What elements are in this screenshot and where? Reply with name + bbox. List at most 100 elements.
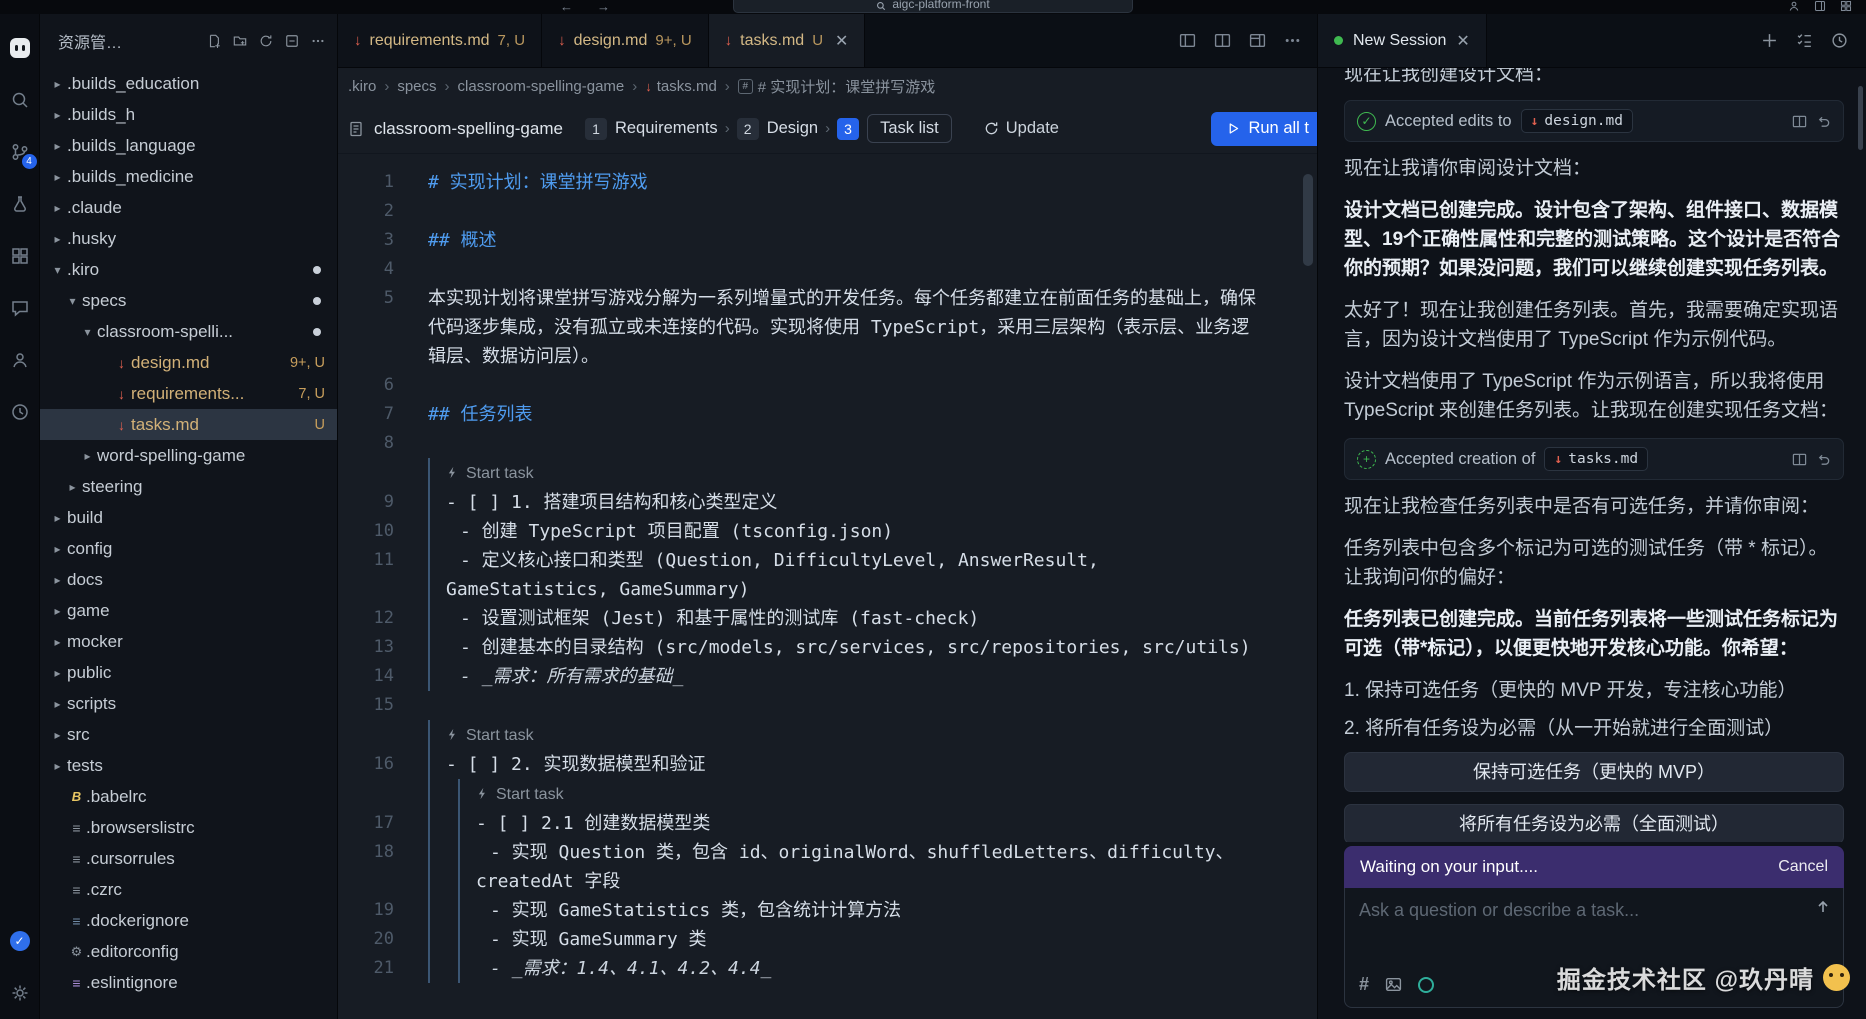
kiro-logo-icon[interactable] (0, 22, 40, 74)
tree-item[interactable]: ▸ src (40, 719, 337, 750)
file-chip[interactable]: ↓ design.md (1521, 109, 1633, 133)
tree-item[interactable]: ⚙ .editorconfig (40, 936, 337, 967)
editor-line[interactable]: 11 - 定义核心接口和类型 (Question, DifficultyLeve… (338, 546, 1317, 604)
tree-item[interactable]: ≡ .czrc (40, 874, 337, 905)
refresh-icon[interactable] (259, 34, 273, 48)
editor-line[interactable]: 3 ## 概述 (338, 226, 1317, 255)
tree-item[interactable]: ▸ .husky (40, 223, 337, 254)
editor-line[interactable]: 9 - [ ] 1. 搭建项目结构和核心类型定义 (338, 488, 1317, 517)
tree-item[interactable]: ▸ config (40, 533, 337, 564)
chat-scrollbar[interactable] (1858, 86, 1863, 150)
start-task-icon[interactable] (476, 784, 489, 805)
source-control-icon[interactable]: 4 (0, 126, 40, 178)
editor-scrollbar[interactable] (1303, 174, 1313, 266)
tree-item[interactable]: ▸ game (40, 595, 337, 626)
editor-line[interactable]: 7 ## 任务列表 (338, 400, 1317, 429)
task-list-icon[interactable] (1796, 32, 1813, 49)
test-beaker-icon[interactable] (0, 178, 40, 230)
tree-item[interactable]: ▾ specs (40, 285, 337, 316)
tree-item[interactable]: ≡ .cursorrules (40, 843, 337, 874)
editor-line[interactable]: Start task (338, 458, 1317, 488)
breadcrumb-item[interactable]: classroom-spelling-game (458, 78, 625, 95)
tree-item[interactable]: ▸ .claude (40, 192, 337, 223)
spec-step[interactable]: 3 Task list (837, 114, 952, 143)
editor-tab[interactable]: ↓ tasks.md U ✕ (709, 14, 866, 67)
editor-line[interactable]: 4 (338, 255, 1317, 284)
more-actions-icon[interactable] (1284, 32, 1301, 49)
account-icon[interactable] (1788, 0, 1800, 12)
tree-item[interactable]: ↓ tasks.md U (40, 409, 337, 440)
settings-gear-icon[interactable] (0, 967, 40, 1019)
code-editor[interactable]: 1 # 实现计划：课堂拼写游戏 2 3 ## 概述 4 5 本实现计划将课堂拼写… (338, 154, 1317, 1019)
image-icon[interactable] (1385, 976, 1402, 993)
tree-item[interactable]: ▸ public (40, 657, 337, 688)
command-search[interactable]: aigc-platform-front (733, 0, 1133, 13)
editor-line[interactable]: 12 - 设置测试框架 (Jest) 和基于属性的测试库 (fast-check… (338, 604, 1317, 633)
chat-icon[interactable] (0, 282, 40, 334)
tree-item[interactable]: ▸ tests (40, 750, 337, 781)
collapse-all-icon[interactable] (285, 34, 299, 48)
editor-tab[interactable]: ↓ design.md 9+, U (542, 14, 709, 67)
tree-item[interactable]: ≡ .eslintignore (40, 967, 337, 998)
nav-back-icon[interactable]: ← (560, 0, 573, 14)
editor-line[interactable]: Start task (338, 779, 1317, 809)
option-button-all-required[interactable]: 将所有任务设为必需（全面测试） (1344, 804, 1844, 842)
new-session-icon[interactable] (1761, 32, 1778, 49)
update-button[interactable]: Update (984, 119, 1059, 138)
nav-forward-icon[interactable]: → (597, 0, 610, 14)
option-button-keep-optional[interactable]: 保持可选任务（更快的 MVP） (1344, 752, 1844, 792)
tree-item[interactable]: ▸ .builds_education (40, 68, 337, 99)
new-folder-icon[interactable] (233, 34, 247, 48)
window-menu-icon[interactable] (1840, 0, 1852, 12)
editor-line[interactable]: 1 # 实现计划：课堂拼写游戏 (338, 168, 1317, 197)
tree-item[interactable]: ↓ requirements... 7, U (40, 378, 337, 409)
file-chip[interactable]: ↓ tasks.md (1544, 447, 1648, 471)
editor-line[interactable]: 17 - [ ] 2.1 创建数据模型类 (338, 809, 1317, 838)
tree-item[interactable]: ▾ classroom-spelli... (40, 316, 337, 347)
history-icon[interactable] (0, 386, 40, 438)
editor-line[interactable]: 20 - 实现 GameSummary 类 (338, 925, 1317, 954)
spec-step[interactable]: 1 Requirements (585, 118, 718, 140)
editor-line[interactable]: 21 - _需求：1.4、4.1、4.2、4.4_ (338, 954, 1317, 983)
tree-item[interactable]: ▸ docs (40, 564, 337, 595)
tree-item[interactable]: ▸ .builds_h (40, 99, 337, 130)
tree-item[interactable]: ▸ .builds_language (40, 130, 337, 161)
start-task-icon[interactable] (446, 725, 459, 746)
breadcrumb-item[interactable]: .kiro (348, 78, 376, 95)
breadcrumb-item[interactable]: ↓ tasks.md (645, 78, 717, 95)
tree-item[interactable]: ▾ .kiro (40, 254, 337, 285)
breadcrumb-item[interactable]: specs (397, 78, 436, 95)
tree-item[interactable]: ≡ .browserslistrc (40, 812, 337, 843)
open-diff-icon[interactable] (1792, 114, 1807, 129)
editor-line[interactable]: 5 本实现计划将课堂拼写游戏分解为一系列增量式的开发任务。每个任务都建立在前面任… (338, 284, 1317, 371)
editor-line[interactable]: Start task (338, 720, 1317, 750)
editor-line[interactable]: 19 - 实现 GameStatistics 类，包含统计计算方法 (338, 896, 1317, 925)
editor-line[interactable]: 18 - 实现 Question 类，包含 id、originalWord、sh… (338, 838, 1317, 896)
context-hash-icon[interactable]: # (1359, 974, 1369, 995)
open-diff-icon[interactable] (1792, 452, 1807, 467)
history-icon[interactable] (1831, 32, 1848, 49)
editor-line[interactable]: 6 (338, 371, 1317, 400)
spec-step[interactable]: 2 Design (737, 118, 818, 140)
close-icon[interactable]: ✕ (1456, 31, 1469, 51)
more-actions-icon[interactable] (311, 34, 325, 48)
tree-item[interactable]: ▸ mocker (40, 626, 337, 657)
tree-item[interactable]: B .babelrc (40, 781, 337, 812)
editor-line[interactable]: 14 - _需求：所有需求的基础_ (338, 662, 1317, 691)
editor-line[interactable]: 2 (338, 197, 1317, 226)
editor-line[interactable]: 10 - 创建 TypeScript 项目配置 (tsconfig.json) (338, 517, 1317, 546)
editor-line[interactable]: 16 - [ ] 2. 实现数据模型和验证 (338, 750, 1317, 779)
editor-tab[interactable]: ↓ requirements.md 7, U (338, 14, 542, 67)
run-all-tasks-button[interactable]: Run all t (1211, 112, 1317, 146)
editor-line[interactable]: 8 (338, 429, 1317, 458)
tree-item[interactable]: ▸ word-spelling-game (40, 440, 337, 471)
undo-icon[interactable] (1816, 114, 1831, 129)
chat-input-box[interactable]: Ask a question or describe a task... # (1344, 888, 1844, 1008)
layout-icon[interactable] (1814, 0, 1826, 12)
split-editor-icon[interactable] (1214, 32, 1231, 49)
new-file-icon[interactable] (207, 34, 221, 48)
tree-item[interactable]: ↓ design.md 9+, U (40, 347, 337, 378)
tree-item[interactable]: ▸ steering (40, 471, 337, 502)
extensions-icon[interactable] (0, 230, 40, 282)
undo-icon[interactable] (1816, 452, 1831, 467)
